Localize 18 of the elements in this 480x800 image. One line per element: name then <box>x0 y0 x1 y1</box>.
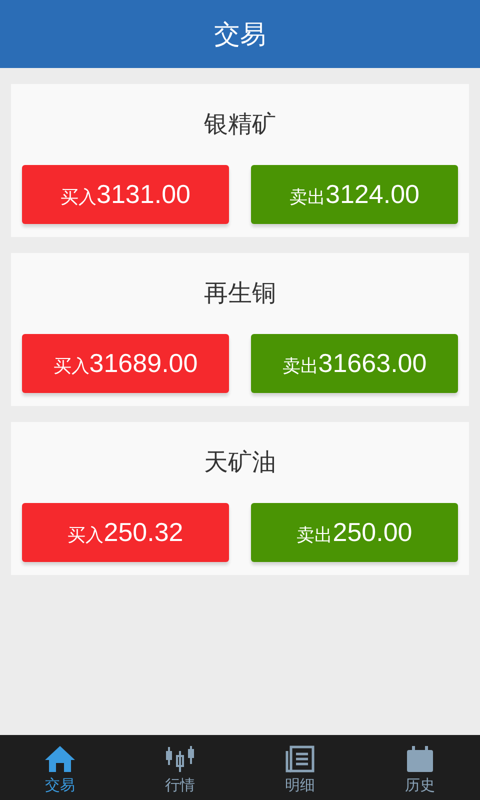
product-name: 再生铜 <box>203 278 277 309</box>
candlestick-icon <box>164 744 196 772</box>
sell-button[interactable]: 卖出3124.00 <box>251 165 458 224</box>
buy-button[interactable]: 买入31689.00 <box>22 334 229 393</box>
sell-button[interactable]: 卖出31663.00 <box>251 334 458 393</box>
home-icon <box>44 744 76 772</box>
buy-button[interactable]: 买入250.32 <box>22 503 229 562</box>
calendar-icon <box>404 744 436 772</box>
nav-tab[interactable]: 明细 <box>240 735 360 800</box>
nav-tab[interactable]: 交易 <box>0 735 120 800</box>
header-title: 交易 <box>214 18 266 52</box>
nav-tab[interactable]: 行情 <box>120 735 240 800</box>
document-icon <box>284 744 316 772</box>
buy-button[interactable]: 买入3131.00 <box>22 165 229 224</box>
product-name: 银精矿 <box>203 109 277 140</box>
product-name: 天矿油 <box>203 447 277 478</box>
nav-tab[interactable]: 历史 <box>360 735 480 800</box>
sell-button[interactable]: 卖出 250.00 <box>251 503 458 562</box>
